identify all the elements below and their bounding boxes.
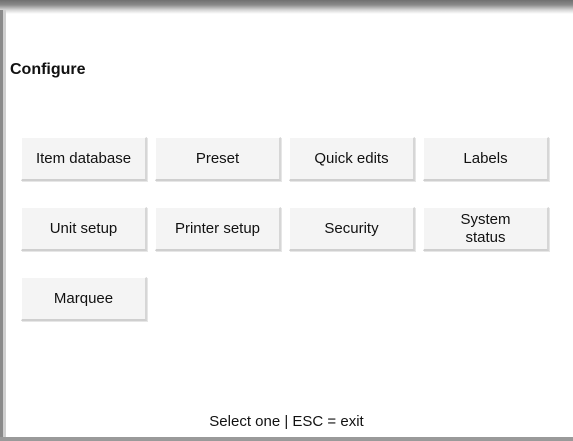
quick-edits-button[interactable]: Quick edits xyxy=(289,137,415,181)
unit-setup-button[interactable]: Unit setup xyxy=(21,207,147,251)
preset-button[interactable]: Preset xyxy=(155,137,281,181)
marquee-button[interactable]: Marquee xyxy=(21,277,147,321)
item-database-button[interactable]: Item database xyxy=(21,137,147,181)
window-left-border-inner xyxy=(3,10,6,441)
system-status-button[interactable]: System status xyxy=(423,207,549,251)
window-top-border xyxy=(0,0,573,14)
security-button[interactable]: Security xyxy=(289,207,415,251)
printer-setup-button[interactable]: Printer setup xyxy=(155,207,281,251)
configure-window: Configure Item database Preset Quick edi… xyxy=(0,0,573,441)
status-bar-text: Select one | ESC = exit xyxy=(209,413,364,430)
window-bottom-border xyxy=(0,437,573,441)
labels-button[interactable]: Labels xyxy=(423,137,549,181)
page-title: Configure xyxy=(10,61,86,78)
